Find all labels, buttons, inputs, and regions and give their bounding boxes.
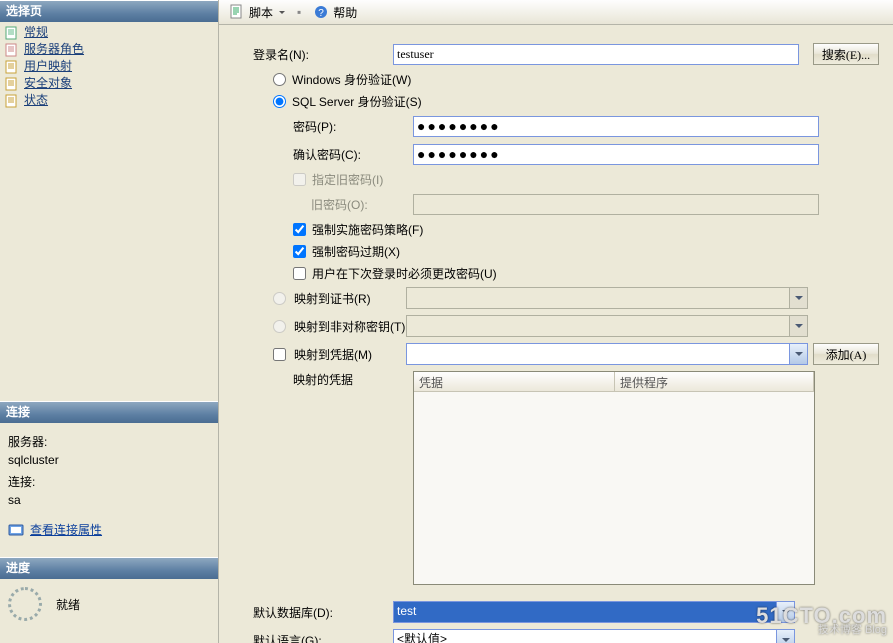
- form-area: 登录名(N): 搜索(E)... Windows 身份验证(W) SQL Ser…: [219, 25, 893, 643]
- script-icon: [229, 4, 245, 20]
- progress-header: 进度: [0, 557, 218, 579]
- cred-col-credential: 凭据: [414, 372, 615, 391]
- svg-text:?: ?: [319, 8, 325, 19]
- chevron-down-icon: [279, 11, 285, 17]
- nav-item-user-mapping[interactable]: 用户映射: [4, 58, 218, 75]
- confirm-password-input[interactable]: ●●●●●●●●: [413, 144, 819, 165]
- page-icon: [4, 93, 20, 109]
- chevron-down-icon: [776, 602, 794, 622]
- default-language-label: 默认语言(G):: [253, 632, 393, 643]
- radio-map-cert-label: 映射到证书(R): [292, 290, 406, 307]
- credential-combo[interactable]: [406, 343, 808, 365]
- nav-item-general[interactable]: 常规: [4, 24, 218, 41]
- nav-item-status[interactable]: 状态: [4, 92, 218, 109]
- login-name-label: 登录名(N):: [253, 46, 393, 63]
- chevron-down-icon: [789, 288, 807, 308]
- specify-old-password-label: 指定旧密码(I): [312, 171, 383, 188]
- page-icon: [4, 25, 20, 41]
- must-change-password-checkbox[interactable]: [293, 267, 306, 280]
- properties-icon: [8, 522, 24, 538]
- enforce-policy-label: 强制实施密码策略(F): [312, 221, 423, 238]
- nav-item-server-roles[interactable]: 服务器角色: [4, 41, 218, 58]
- map-credential-label: 映射到凭据(M): [292, 346, 406, 363]
- specify-old-password-checkbox: [293, 173, 306, 186]
- chevron-down-icon: [776, 630, 794, 643]
- nav-label: 服务器角色: [24, 41, 84, 58]
- page-icon: [4, 59, 20, 75]
- mapped-credentials-label: 映射的凭据: [253, 371, 413, 388]
- nav-label: 常规: [24, 24, 48, 41]
- nav-item-securables[interactable]: 安全对象: [4, 75, 218, 92]
- page-icon: [4, 42, 20, 58]
- old-password-label: 旧密码(O):: [253, 196, 413, 213]
- login-name-input[interactable]: [393, 44, 799, 65]
- password-input[interactable]: ●●●●●●●●: [413, 116, 819, 137]
- radio-windows-auth[interactable]: [273, 73, 286, 86]
- radio-sql-auth[interactable]: [273, 95, 286, 108]
- default-language-combo[interactable]: <默认值>: [393, 629, 795, 643]
- enforce-policy-checkbox[interactable]: [293, 223, 306, 236]
- page-icon: [4, 76, 20, 92]
- default-database-label: 默认数据库(D):: [253, 604, 393, 621]
- nav-label: 用户映射: [24, 58, 72, 75]
- select-page-header: 选择页: [0, 0, 218, 22]
- help-icon: ?: [313, 4, 329, 20]
- progress-spinner-icon: [8, 587, 42, 621]
- connection-header: 连接: [0, 401, 218, 423]
- progress-state: 就绪: [56, 596, 80, 613]
- toolbar-separator: ▪: [297, 5, 301, 19]
- conn-value: sa: [8, 491, 210, 509]
- help-label: 帮助: [333, 4, 357, 21]
- script-label: 脚本: [249, 4, 273, 21]
- enforce-expiration-label: 强制密码过期(X): [312, 243, 400, 260]
- nav-list: 常规 服务器角色 用户映射 安全对象: [0, 22, 218, 109]
- view-connection-properties-link[interactable]: 查看连接属性: [30, 521, 102, 539]
- radio-map-asym: [273, 320, 286, 333]
- radio-windows-auth-label: Windows 身份验证(W): [292, 71, 411, 88]
- password-label: 密码(P):: [253, 118, 413, 135]
- radio-map-asym-label: 映射到非对称密钥(T): [292, 318, 406, 335]
- chevron-down-icon: [789, 316, 807, 336]
- search-button[interactable]: 搜索(E)...: [813, 43, 879, 65]
- radio-sql-auth-label: SQL Server 身份验证(S): [292, 93, 422, 110]
- default-database-combo[interactable]: test: [393, 601, 795, 623]
- asym-combo: [406, 315, 808, 337]
- chevron-down-icon: [789, 344, 807, 364]
- server-label: 服务器:: [8, 433, 210, 451]
- default-database-value: test: [394, 602, 776, 622]
- must-change-password-label: 用户在下次登录时必须更改密码(U): [312, 265, 497, 282]
- default-language-value: <默认值>: [394, 630, 776, 643]
- map-credential-checkbox[interactable]: [273, 348, 286, 361]
- server-value: sqlcluster: [8, 451, 210, 469]
- nav-label: 状态: [24, 92, 48, 109]
- cert-combo: [406, 287, 808, 309]
- toolbar: 脚本 ▪ ? 帮助: [219, 0, 893, 25]
- help-button[interactable]: ? 帮助: [309, 3, 361, 22]
- nav-label: 安全对象: [24, 75, 72, 92]
- cred-col-provider: 提供程序: [615, 372, 814, 391]
- old-password-input: [413, 194, 819, 215]
- add-button[interactable]: 添加(A): [813, 343, 879, 365]
- conn-label: 连接:: [8, 473, 210, 491]
- credential-grid[interactable]: 凭据 提供程序: [413, 371, 815, 585]
- script-button[interactable]: 脚本: [225, 3, 289, 22]
- confirm-password-label: 确认密码(C):: [253, 146, 413, 163]
- connection-box: 服务器: sqlcluster 连接: sa 查看连接属性: [0, 423, 218, 539]
- enforce-expiration-checkbox[interactable]: [293, 245, 306, 258]
- radio-map-cert: [273, 292, 286, 305]
